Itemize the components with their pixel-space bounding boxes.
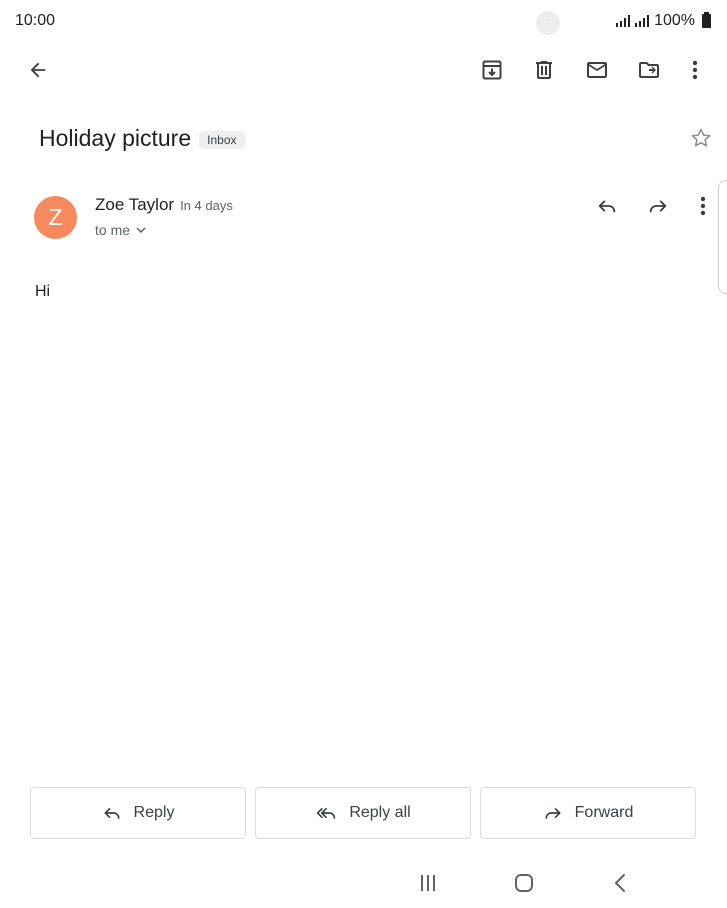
more-options-button[interactable] [675,50,715,90]
status-indicators: 100% [616,12,711,30]
reply-label: Reply [133,804,175,821]
sender-name: Zoe Taylor [95,195,175,214]
delete-button[interactable] [524,50,564,90]
move-to-button[interactable] [629,50,669,90]
move-to-icon [639,62,659,78]
forward-icon [545,808,561,819]
home-button[interactable] [504,868,544,898]
battery-level: 100% [654,12,695,29]
reply-all-button[interactable]: Reply all [255,787,471,839]
avatar[interactable]: Z [34,196,77,239]
message-more-button[interactable] [683,186,723,226]
back-button[interactable] [18,50,58,90]
edge-panel-handle[interactable] [718,180,727,294]
star-icon [691,128,711,147]
forward-button[interactable]: Forward [480,787,696,839]
back-arrow-icon [30,62,46,78]
recent-apps-icon [421,875,435,891]
label-badge[interactable]: Inbox [199,130,245,149]
delete-icon [536,61,552,79]
reply-all-label: Reply all [349,804,411,821]
recipient-text: to me [95,222,131,238]
mark-unread-icon [587,62,607,78]
star-button[interactable] [681,118,721,158]
email-subject: Holiday picture [39,125,192,151]
status-time: 10:00 [15,12,56,29]
subject-row: Holiday picture Inbox [39,125,245,152]
signal-icon [635,15,650,27]
camera-cutout [536,11,560,35]
mark-unread-button[interactable] [577,50,617,90]
email-body: Hi [35,283,51,300]
reply-icon [598,200,616,213]
archive-button[interactable] [472,50,512,90]
forward-icon-button[interactable] [638,186,678,226]
forward-label: Forward [574,804,634,821]
more-vert-icon [692,60,698,80]
recent-apps-button[interactable] [408,868,448,898]
system-nav-bar [0,858,727,908]
home-icon [515,874,533,892]
status-bar: 10:00 100% [0,0,727,44]
chevron-down-icon [136,227,146,233]
reply-icon [104,808,120,819]
reply-icon-button[interactable] [587,186,627,226]
archive-icon [482,60,502,80]
signal-icon [616,15,631,27]
back-icon [615,874,625,892]
battery-icon [702,12,711,28]
nav-back-button[interactable] [600,868,640,898]
more-vert-icon [700,196,706,216]
forward-icon [649,200,667,213]
recipient-details-toggle[interactable]: to me [95,222,146,238]
reply-button[interactable]: Reply [30,787,246,839]
sender-time: In 4 days [180,198,233,213]
sender-line: Zoe Taylor In 4 days [95,195,233,215]
reply-all-icon [317,808,336,819]
